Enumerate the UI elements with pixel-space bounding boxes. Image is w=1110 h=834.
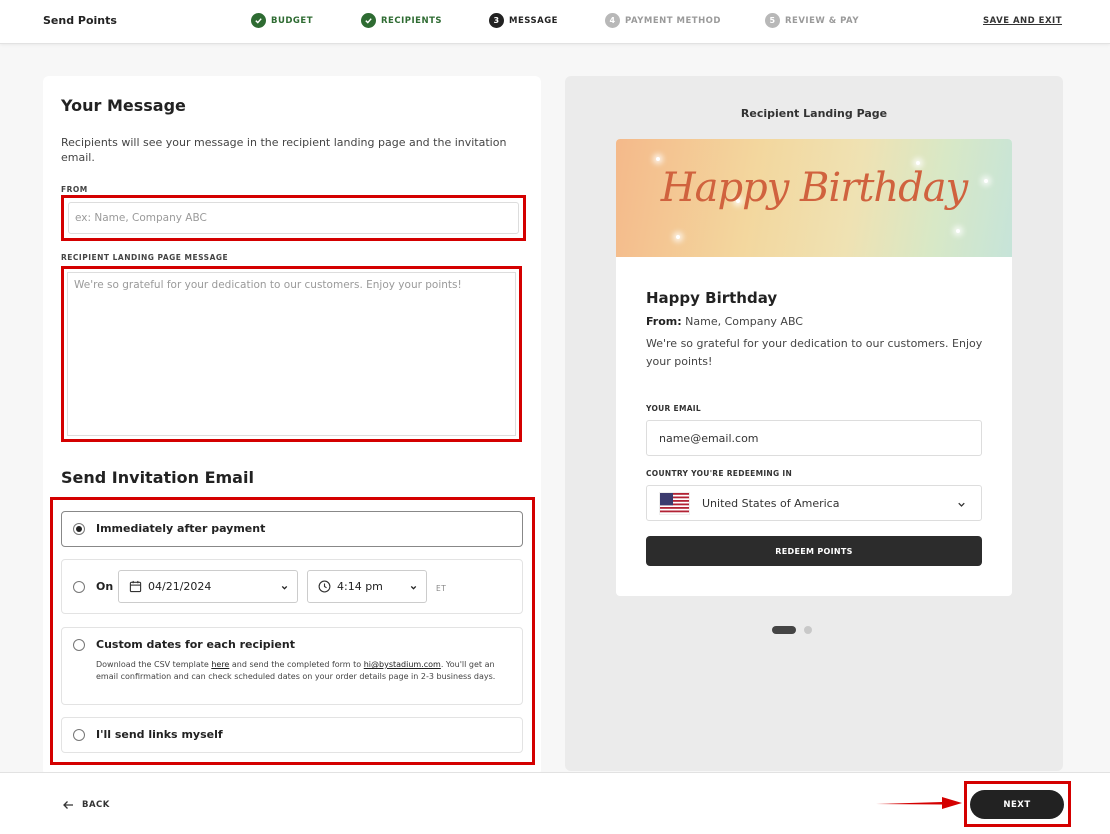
radio-custom-dates[interactable] (73, 639, 85, 651)
landing-message-label: RECIPIENT LANDING PAGE MESSAGE (61, 253, 229, 262)
step-budget[interactable]: BUDGET (251, 13, 313, 28)
step-review-pay[interactable]: 5 REVIEW & PAY (765, 13, 859, 28)
red-arrow-annotation (876, 797, 962, 809)
carousel-dot[interactable] (804, 626, 812, 634)
radio-on-date[interactable] (73, 581, 85, 593)
custom-dates-help: Download the CSV template here and send … (96, 659, 514, 683)
date-dropdown[interactable]: 04/21/2024 (118, 570, 298, 603)
option-immediately[interactable]: Immediately after payment (61, 511, 523, 547)
sparkle-decoration (676, 235, 680, 239)
support-email-link[interactable]: hi@bystadium.com (364, 660, 441, 669)
chevron-down-icon (956, 499, 967, 513)
chevron-down-icon (409, 582, 418, 595)
help-text: Download the CSV template (96, 660, 212, 669)
preview-message: We're so grateful for your dedication to… (646, 337, 983, 368)
landing-message-highlight (61, 266, 522, 442)
message-description: Recipients will see your message in the … (61, 136, 507, 164)
landing-page-preview-panel: Recipient Landing Page Happy Birthday Ha… (565, 76, 1063, 771)
back-button[interactable]: BACK (62, 800, 110, 810)
birthday-banner: Happy Birthday (616, 139, 1012, 257)
from-input[interactable] (68, 202, 519, 234)
option-custom-dates[interactable]: Custom dates for each recipient Download… (61, 627, 523, 705)
invitation-options-highlight: Immediately after payment On 04/21/2024 … (50, 497, 535, 765)
next-button-highlight: NEXT (964, 781, 1071, 827)
your-email-label: YOUR EMAIL (646, 404, 701, 413)
step-label: RECIPIENTS (381, 15, 442, 26)
email-placeholder: name@email.com (659, 431, 759, 445)
app-title: Send Points (43, 14, 117, 27)
radio-immediately[interactable] (73, 523, 85, 535)
time-dropdown[interactable]: 4:14 pm (307, 570, 427, 603)
preview-card: Happy Birthday Happy Birthday From: Name… (616, 139, 1012, 596)
step-payment-method[interactable]: 4 PAYMENT METHOD (605, 13, 721, 28)
country-select[interactable]: United States of America (646, 485, 982, 521)
clock-icon (318, 580, 331, 593)
step-label: REVIEW & PAY (785, 15, 859, 26)
date-value: 04/21/2024 (148, 580, 212, 593)
step-recipients[interactable]: RECIPIENTS (361, 13, 442, 28)
step-number: 3 (489, 13, 504, 28)
csv-template-link[interactable]: here (211, 660, 229, 669)
option-on-label: On (96, 580, 114, 593)
preview-from: From: Name, Company ABC (646, 315, 803, 328)
back-label: BACK (82, 800, 110, 810)
option-self-send[interactable]: I'll send links myself (61, 717, 523, 753)
from-prefix: From: (646, 315, 682, 328)
landing-message-textarea[interactable] (67, 272, 516, 436)
preview-email-input[interactable]: name@email.com (646, 420, 982, 456)
message-form-card: Your Message Recipients will see your me… (43, 76, 541, 776)
country-label: COUNTRY YOU'RE REDEEMING IN (646, 469, 793, 478)
top-bar: Send Points BUDGET RECIPIENTS 3 MESSAGE … (0, 0, 1110, 44)
radio-self-send[interactable] (73, 729, 85, 741)
sparkle-decoration (956, 229, 960, 233)
save-and-exit-link[interactable]: SAVE AND EXIT (983, 16, 1062, 26)
your-message-heading: Your Message (61, 96, 186, 115)
calendar-icon (129, 580, 142, 593)
step-label: BUDGET (271, 15, 314, 26)
bottom-bar: BACK NEXT (0, 772, 1110, 834)
banner-script-text: Happy Birthday (660, 165, 968, 211)
from-value: Name, Company ABC (685, 315, 803, 328)
check-icon (251, 13, 266, 28)
redeem-points-button[interactable]: REDEEM POINTS (646, 536, 982, 566)
carousel-pagination (772, 626, 812, 634)
option-custom-label: Custom dates for each recipient (96, 638, 295, 651)
time-value: 4:14 pm (337, 580, 383, 593)
step-label: PAYMENT METHOD (625, 15, 721, 26)
chevron-down-icon (280, 582, 289, 595)
step-number: 5 (765, 13, 780, 28)
step-label: MESSAGE (509, 15, 558, 26)
step-number: 4 (605, 13, 620, 28)
help-text: and send the completed form to (229, 660, 364, 669)
from-field-highlight (61, 195, 526, 241)
next-button[interactable]: NEXT (970, 790, 1064, 819)
preview-title: Recipient Landing Page (740, 107, 888, 120)
option-immediately-label: Immediately after payment (96, 522, 266, 535)
us-flag-icon (659, 491, 690, 515)
from-label: FROM (61, 185, 88, 194)
carousel-dot-active[interactable] (772, 626, 796, 634)
country-value: United States of America (702, 496, 840, 510)
step-message[interactable]: 3 MESSAGE (489, 13, 558, 28)
sparkle-decoration (656, 157, 660, 161)
check-icon (361, 13, 376, 28)
option-self-label: I'll send links myself (96, 728, 223, 741)
send-invitation-heading: Send Invitation Email (61, 468, 254, 487)
arrow-left-icon (63, 801, 73, 809)
timezone-label: ET (436, 584, 447, 593)
preview-heading: Happy Birthday (646, 289, 778, 307)
option-on-date[interactable]: On 04/21/2024 4:14 pm ET (61, 559, 523, 614)
